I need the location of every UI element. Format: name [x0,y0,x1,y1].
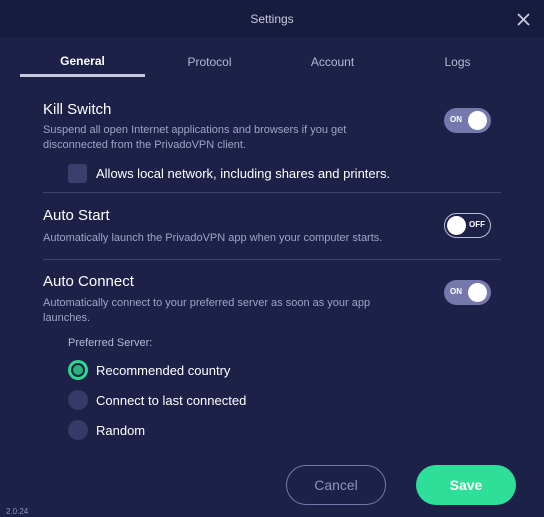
auto-start-toggle[interactable]: OFF [444,213,491,238]
close-icon [516,12,530,26]
radio-label-recommended-country: Recommended country [96,363,231,378]
toggle-state-label: ON [450,287,462,296]
window-title: Settings [250,12,294,26]
tab-protocol[interactable]: Protocol [147,55,272,79]
local-network-checkbox[interactable] [68,164,87,183]
radio-recommended-country[interactable] [68,360,88,380]
auto-connect-desc-line2: launches. [43,312,91,324]
auto-start-desc: Automatically launch the PrivadoVPN app … [43,232,383,244]
radio-random[interactable] [68,420,88,440]
close-button[interactable] [510,6,536,32]
radio-last-connected[interactable] [68,390,88,410]
auto-connect-title: Auto Connect [43,273,134,290]
save-button[interactable]: Save [416,465,516,505]
tab-bar: General Protocol Account Logs [20,52,515,78]
toggle-state-label: ON [450,115,462,124]
tab-logs[interactable]: Logs [395,55,520,79]
title-bar: Settings [0,0,544,38]
toggle-knob [468,111,487,130]
auto-connect-toggle[interactable]: ON [444,280,491,305]
toggle-knob [468,283,487,302]
divider [43,192,501,193]
toggle-knob [447,216,466,235]
local-network-label: Allows local network, including shares a… [96,166,391,181]
active-tab-indicator [20,74,145,77]
radio-label-random: Random [96,423,146,438]
toggle-state-label: OFF [469,220,485,229]
kill-switch-toggle[interactable]: ON [444,108,491,133]
preferred-server-label: Preferred Server: [68,337,153,349]
auto-connect-desc-line1: Automatically connect to your preferred … [43,297,371,309]
cancel-button[interactable]: Cancel [286,465,386,505]
tab-account[interactable]: Account [270,55,395,79]
auto-start-title: Auto Start [43,207,110,224]
kill-switch-desc-line1: Suspend all open Internet applications a… [43,124,347,136]
kill-switch-title: Kill Switch [43,101,112,118]
kill-switch-desc-line2: disconnected from the PrivadoVPN client. [43,139,246,151]
version-label: 2.0.24 [6,507,29,516]
divider [43,259,501,260]
radio-label-last-connected: Connect to last connected [96,393,247,408]
